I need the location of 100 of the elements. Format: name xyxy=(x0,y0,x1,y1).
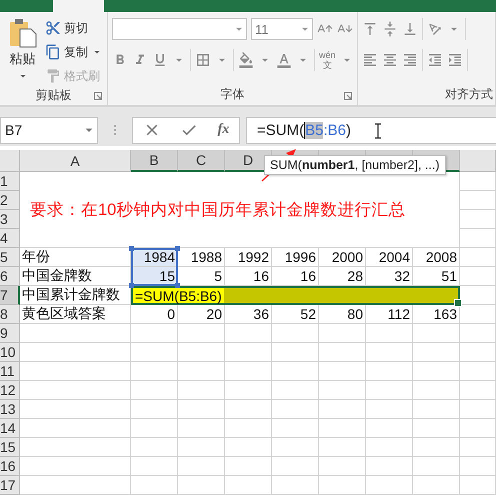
table-cell xyxy=(272,324,319,343)
table-cell xyxy=(319,362,366,381)
table-cell xyxy=(460,267,496,286)
column-header[interactable]: A xyxy=(20,150,131,172)
table-cell xyxy=(225,419,272,438)
name-box[interactable]: B7 xyxy=(0,116,98,144)
row-header[interactable]: 8 xyxy=(0,305,20,324)
row-header[interactable]: 9 xyxy=(0,324,20,343)
row-header[interactable]: 11 xyxy=(0,362,20,381)
table-cell: 163 xyxy=(413,305,460,324)
table-cell xyxy=(131,457,178,476)
table-cell xyxy=(366,362,413,381)
row-header[interactable]: 17 xyxy=(0,476,20,495)
row-header[interactable]: 4 xyxy=(0,229,20,248)
row-header[interactable]: 6 xyxy=(0,267,20,286)
font-name-field[interactable] xyxy=(112,18,247,40)
table-cell xyxy=(460,343,496,362)
table-cell: 年份 xyxy=(20,248,131,267)
paste-button[interactable]: 粘贴 xyxy=(4,18,41,86)
range-selection[interactable] xyxy=(131,248,178,286)
table-cell xyxy=(413,457,460,476)
function-tooltip: SUM(number1, [number2], ...) xyxy=(264,155,446,175)
phonetic-guide-button[interactable]: wén 文 xyxy=(319,50,336,70)
table-cell xyxy=(225,476,272,495)
table-cell xyxy=(366,381,413,400)
table-cell xyxy=(131,438,178,457)
cell-formula[interactable]: =SUM(B5:B6) xyxy=(133,288,224,303)
table-cell: 28 xyxy=(319,267,366,286)
row-header[interactable]: 7 xyxy=(0,286,20,305)
group-label: 对齐方式 xyxy=(445,86,493,103)
align-left-icon[interactable] xyxy=(362,52,378,68)
table-cell: 1996 xyxy=(272,248,319,267)
increase-indent-icon[interactable] xyxy=(447,52,463,68)
group-label: 剪贴板 xyxy=(36,87,72,104)
table-cell: 112 xyxy=(366,305,413,324)
table-cell: 0 xyxy=(131,305,178,324)
decrease-indent-icon[interactable] xyxy=(427,52,443,68)
font-size-field[interactable]: 11 xyxy=(251,18,313,40)
column-header[interactable]: B xyxy=(131,150,178,172)
table-cell xyxy=(272,343,319,362)
table-cell xyxy=(225,400,272,419)
table-cell xyxy=(460,248,496,267)
table-cell xyxy=(460,438,496,457)
table-cell xyxy=(178,438,225,457)
row-header[interactable]: 15 xyxy=(0,438,20,457)
table-cell xyxy=(460,381,496,400)
dialog-launcher-icon[interactable] xyxy=(94,92,102,100)
row-header[interactable]: 16 xyxy=(0,457,20,476)
grip-icon[interactable] xyxy=(113,124,117,136)
table-cell xyxy=(225,343,272,362)
table-cell xyxy=(366,457,413,476)
table-cell xyxy=(413,343,460,362)
table-cell xyxy=(319,343,366,362)
table-cell xyxy=(460,419,496,438)
align-bottom-icon[interactable] xyxy=(402,21,418,37)
cut-button[interactable]: 剪切 xyxy=(45,18,103,38)
align-top-icon[interactable] xyxy=(362,21,378,37)
table-cell xyxy=(272,438,319,457)
row-header[interactable]: 12 xyxy=(0,381,20,400)
table-cell xyxy=(413,476,460,495)
group-label: 字体 xyxy=(220,86,244,103)
table-cell: 2008 xyxy=(413,248,460,267)
formula-field[interactable]: =SUM(B5:B6) xyxy=(246,116,496,144)
table-cell xyxy=(413,324,460,343)
row-header[interactable]: 14 xyxy=(0,419,20,438)
fill-bucket-icon[interactable] xyxy=(238,52,254,68)
table-cell xyxy=(131,362,178,381)
font-color-icon[interactable] xyxy=(276,52,292,68)
column-header[interactable]: C xyxy=(178,150,225,172)
table-cell xyxy=(225,324,272,343)
copy-button[interactable]: 复制 xyxy=(45,42,103,62)
dialog-launcher-icon[interactable] xyxy=(344,92,352,100)
borders-icon[interactable] xyxy=(195,52,211,68)
table-cell xyxy=(131,343,178,362)
table-cell xyxy=(366,324,413,343)
text-cursor-icon xyxy=(374,122,382,138)
align-right-icon[interactable] xyxy=(402,52,418,68)
row-header[interactable]: 3 xyxy=(0,210,20,229)
table-cell xyxy=(178,400,225,419)
row-header[interactable]: 1 xyxy=(0,172,20,191)
table-cell xyxy=(272,476,319,495)
row-header[interactable]: 10 xyxy=(0,343,20,362)
insert-function-button[interactable]: fx xyxy=(218,122,230,138)
table-cell xyxy=(178,381,225,400)
highlighted-range[interactable]: =SUM(B5:B6) xyxy=(131,286,460,305)
row-header[interactable]: 13 xyxy=(0,400,20,419)
table-cell xyxy=(413,362,460,381)
table-cell xyxy=(178,457,225,476)
row-header[interactable]: 2 xyxy=(0,191,20,210)
table-cell: 16 xyxy=(225,267,272,286)
table-cell: 1988 xyxy=(178,248,225,267)
row-header[interactable]: 5 xyxy=(0,248,20,267)
table-cell xyxy=(460,457,496,476)
table-cell xyxy=(366,438,413,457)
text-orientation-icon[interactable] xyxy=(427,21,443,37)
align-center-icon[interactable] xyxy=(382,52,398,68)
table-cell: 20 xyxy=(178,305,225,324)
fill-handle[interactable] xyxy=(454,299,462,307)
align-middle-icon[interactable] xyxy=(382,21,398,37)
table-cell xyxy=(319,324,366,343)
